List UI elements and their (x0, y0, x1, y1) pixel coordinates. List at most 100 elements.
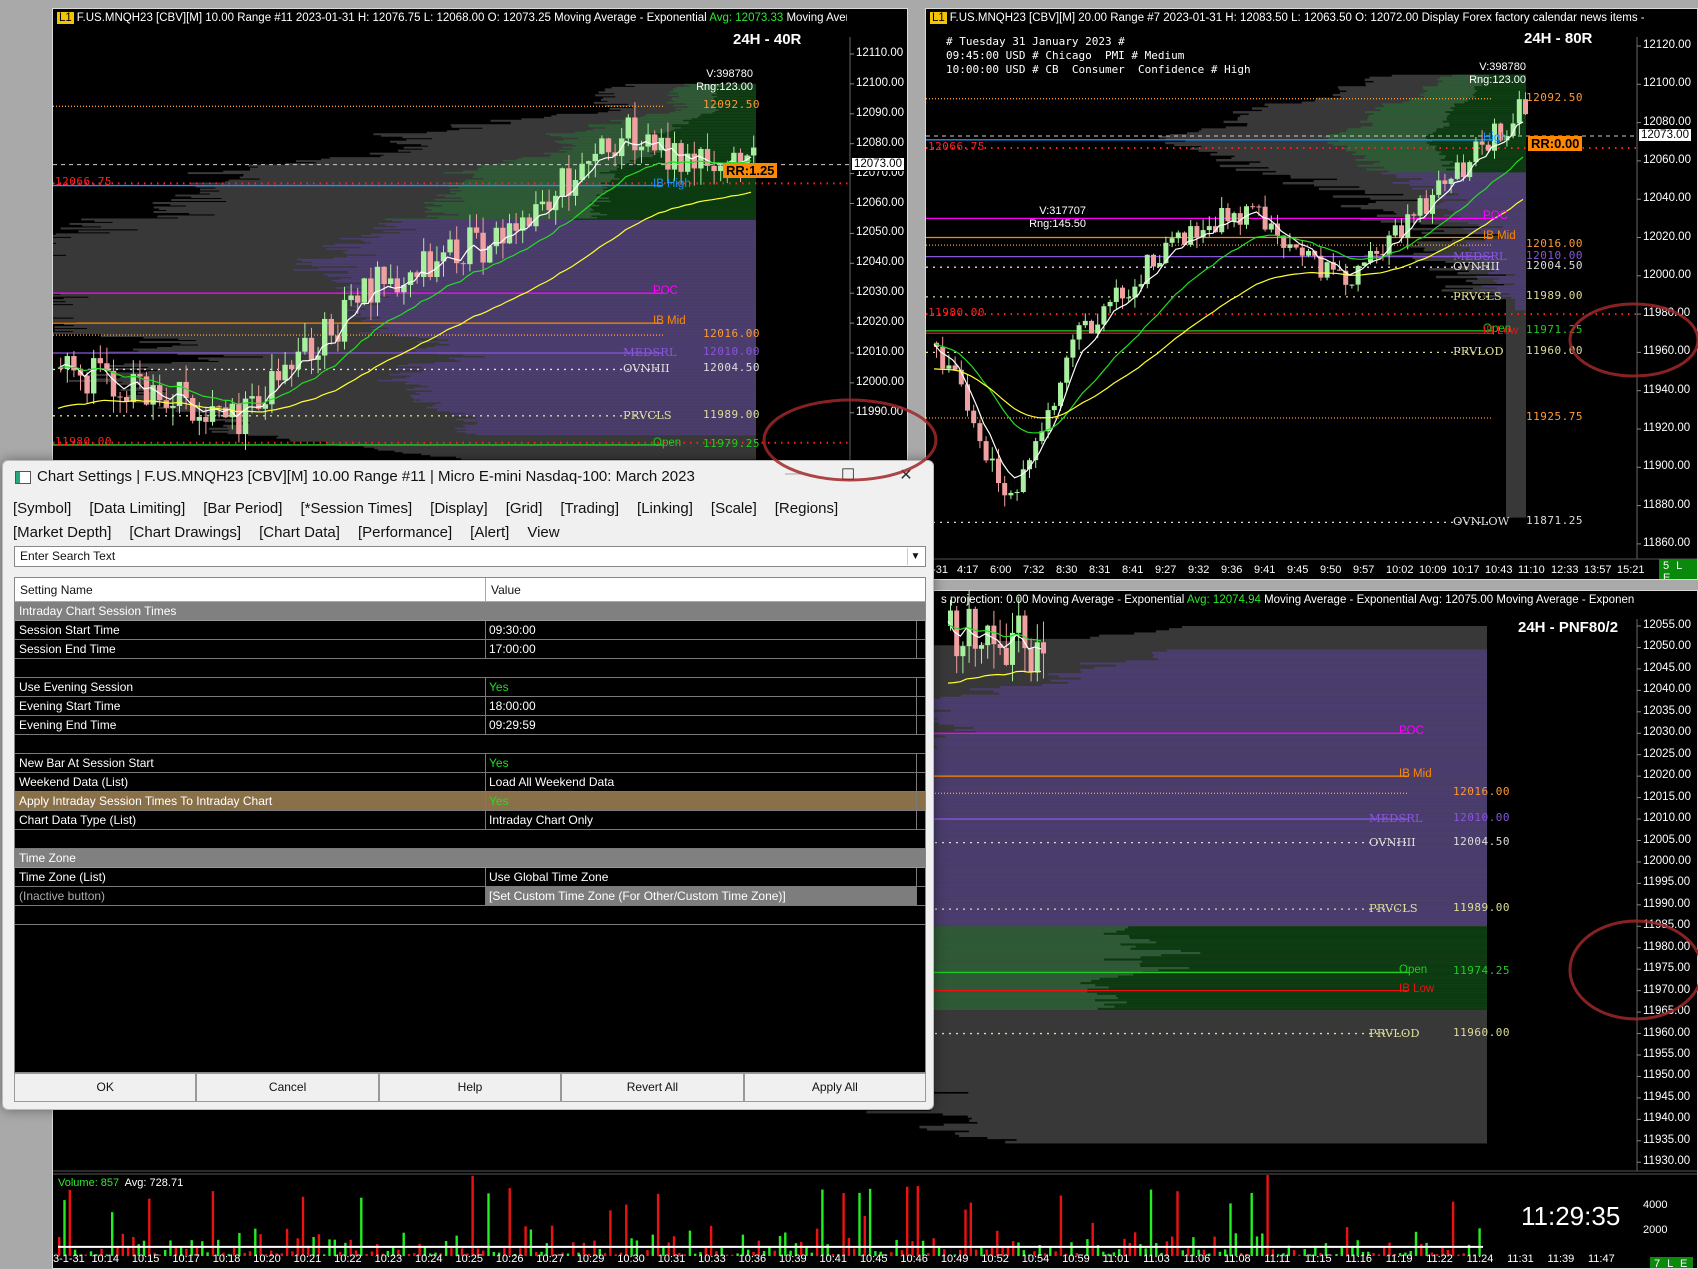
tab-row-2: [Market Depth] [Chart Drawings] [Chart Dat… (13, 524, 578, 541)
tab-barperiod[interactable]: [Bar Period] (203, 500, 282, 517)
volume-bar (1261, 1233, 1264, 1256)
stop-price-label: 11980.00 (928, 306, 985, 320)
volume-avg: Avg: 728.71 (124, 1177, 184, 1189)
setting-value[interactable]: Load All Weekend Data (486, 773, 917, 791)
candle (1392, 225, 1398, 236)
setting-value[interactable]: Yes (486, 754, 917, 772)
level-value: 11960.00 (1526, 344, 1583, 358)
time-axis-label: 13:57 (1584, 564, 1612, 576)
candle (302, 337, 308, 352)
tab-trading[interactable]: [Trading] (560, 500, 619, 517)
candle (1423, 198, 1429, 214)
candle (1126, 297, 1132, 299)
apply-all-button[interactable]: Apply All (743, 1073, 927, 1102)
setting-value[interactable]: Use Global Time Zone (486, 868, 917, 886)
setting-value[interactable]: 18:00:00 (486, 697, 917, 715)
help-button[interactable]: Help (378, 1073, 562, 1102)
table-row[interactable]: Chart Data Type (List) Intraday Chart Onl… (15, 811, 925, 830)
time-axis-label: 10:21 (293, 1253, 322, 1265)
setting-value[interactable]: Intraday Chart Only (486, 811, 917, 829)
time-axis-label: 4:17 (957, 564, 979, 576)
setting-name: Session End Time (15, 640, 486, 658)
price-axis-label: 11960.00 (1643, 1026, 1691, 1039)
candle (1003, 647, 1009, 665)
col-setting-name[interactable]: Setting Name (15, 578, 486, 601)
table-row[interactable]: Use Evening Session Yes (15, 678, 925, 697)
maximize-button[interactable]: ☐ (833, 465, 863, 485)
time-axis-label: 10:54 (1021, 1253, 1050, 1265)
level-value: 11871.25 (1526, 514, 1583, 528)
candle (671, 143, 678, 170)
time-axis-label: 10:22 (334, 1253, 362, 1265)
time-axis-label: 6:00 (990, 564, 1012, 576)
tab-view[interactable]: View (527, 524, 559, 541)
search-input[interactable]: Enter Search Text ▼ (14, 546, 926, 567)
price-axis-label: 12000.00 (856, 375, 904, 388)
time-axis-label: 10:09 (1419, 564, 1447, 576)
candle (599, 138, 605, 154)
candle (196, 416, 202, 421)
candle (1231, 213, 1237, 222)
price-axis-label: 11920.00 (1643, 422, 1691, 434)
tab-regions[interactable]: [Regions] (775, 500, 838, 517)
tab-scale[interactable]: [Scale] (711, 500, 757, 517)
tab-chartdrawings[interactable]: [Chart Drawings] (129, 524, 241, 541)
level-label: PRVLOD (1453, 344, 1504, 359)
tab-sessiontimes[interactable]: [*Session Times] (300, 500, 412, 517)
time-axis-label: 10:36 (738, 1253, 767, 1265)
section-header[interactable]: Time Zone (15, 849, 925, 868)
candle (130, 374, 136, 402)
table-row[interactable]: (Inactive button) [Set Custom Time Zone (… (15, 887, 925, 906)
time-axis-label: 10:27 (536, 1253, 564, 1265)
table-row[interactable]: Session Start Time 09:30:00 (15, 621, 925, 640)
table-row[interactable]: Apply Intraday Session Times To Intraday… (15, 792, 925, 811)
tab-grid[interactable]: [Grid] (506, 500, 543, 517)
candle (1448, 178, 1454, 184)
level-value: 12010.00 (703, 345, 760, 358)
setting-value[interactable]: [Set Custom Time Zone (For Other/Custom … (486, 887, 917, 905)
close-button[interactable]: ✕ (891, 465, 921, 485)
table-row[interactable]: Evening End Time 09:29:59 (15, 716, 925, 735)
current-price-box: 12073.00 (851, 156, 905, 171)
ok-button[interactable]: OK (14, 1073, 197, 1102)
tab-marketdepth[interactable]: [Market Depth] (13, 524, 111, 541)
tab-datalimiting[interactable]: [Data Limiting] (89, 500, 185, 517)
candle (971, 410, 977, 424)
revert-all-button[interactable]: Revert All (561, 1073, 744, 1102)
dialog-title: Chart Settings | F.US.MNQH23 [CBV][M] 10… (37, 468, 695, 485)
section-header[interactable]: Intraday Chart Session Times (15, 602, 925, 621)
tab-alert[interactable]: [Alert] (470, 524, 509, 541)
setting-value[interactable]: 09:30:00 (486, 621, 917, 639)
volume-bar (688, 1230, 692, 1256)
volume-bar (243, 1252, 246, 1256)
setting-value[interactable]: Yes (486, 792, 917, 810)
table-row[interactable]: New Bar At Session Start Yes (15, 754, 925, 773)
col-value[interactable]: Value (486, 578, 526, 601)
candle (91, 358, 97, 394)
setting-value[interactable]: 17:00:00 (486, 640, 917, 658)
table-row[interactable]: Evening Start Time 18:00:00 (15, 697, 925, 716)
tab-linking[interactable]: [Linking] (637, 500, 693, 517)
tab-chartdata[interactable]: [Chart Data] (259, 524, 340, 541)
chart-settings-dialog[interactable]: Chart Settings | F.US.MNQH23 [CBV][M] 10… (2, 460, 934, 1110)
level-value: 11925.75 (1526, 409, 1583, 423)
candle (1287, 244, 1293, 248)
table-row[interactable]: Session End Time 17:00:00 (15, 640, 925, 659)
setting-name: Session Start Time (15, 621, 486, 639)
candle (355, 295, 361, 303)
table-row[interactable]: Weekend Data (List) Load All Weekend Data (15, 773, 925, 792)
tab-symbol[interactable]: [Symbol] (13, 500, 71, 517)
table-row[interactable]: Time Zone (List) Use Global Time Zone (15, 868, 925, 887)
volume-bar (1012, 1241, 1015, 1256)
settings-table: Setting Name Value Intraday Chart Session… (14, 577, 926, 1073)
chevron-down-icon[interactable]: ▼ (907, 548, 923, 565)
cancel-button[interactable]: Cancel (196, 1073, 379, 1102)
tab-display[interactable]: [Display] (430, 500, 488, 517)
setting-value[interactable]: 09:29:59 (486, 716, 917, 734)
chart-80r[interactable]: L1 F.US.MNQH23 [CBV][M] 20.00 Range #7 20… (925, 8, 1698, 580)
candle (1225, 207, 1231, 222)
volume-bar (1478, 1228, 1481, 1256)
tab-performance[interactable]: [Performance] (358, 524, 452, 541)
setting-value[interactable]: Yes (486, 678, 917, 696)
minimize-button[interactable]: — (778, 465, 808, 483)
